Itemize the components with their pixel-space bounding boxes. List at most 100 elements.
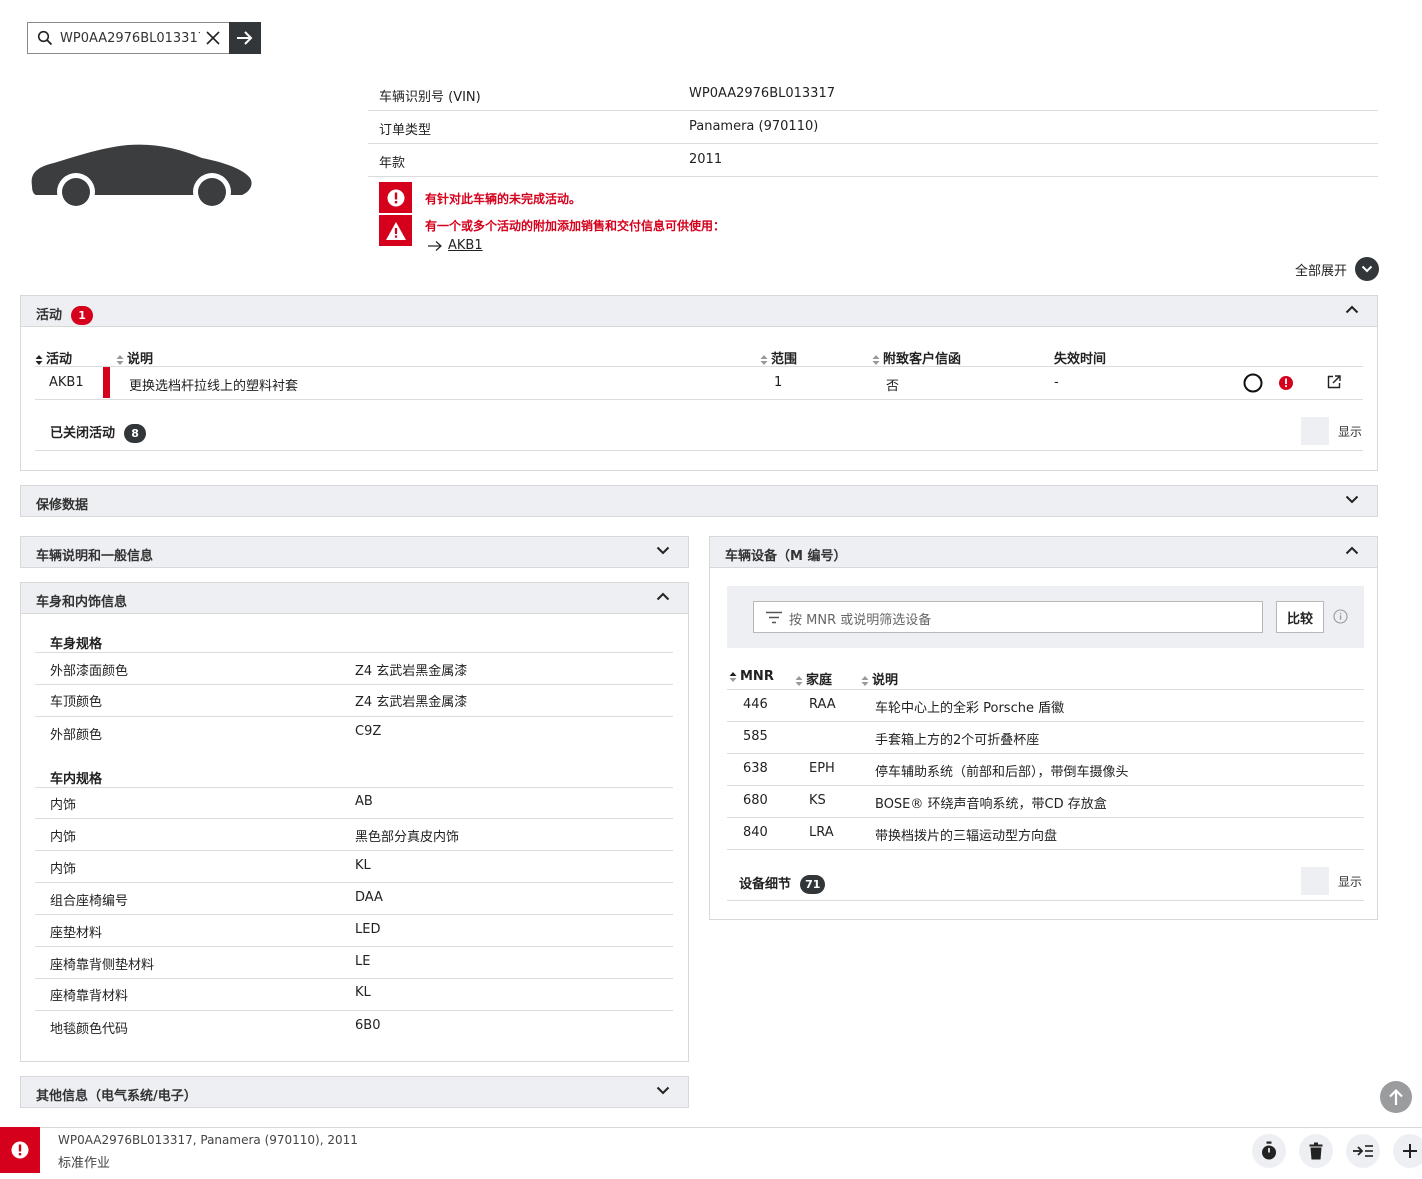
expand-all-button[interactable] bbox=[1355, 257, 1379, 281]
equipment-filter-input[interactable]: 按 MNR 或说明筛选设备 bbox=[753, 601, 1263, 633]
closed-campaigns-label: 已关闭活动 8 bbox=[50, 422, 147, 443]
cell-scope: 1 bbox=[774, 375, 783, 390]
cell-description: 车轮中心上的全彩 Porsche 盾徽 bbox=[875, 701, 1065, 716]
col-header-family[interactable]: 家庭 bbox=[795, 669, 832, 688]
campaigns-panel-header[interactable]: 活动 1 bbox=[21, 296, 1377, 327]
info-value: WP0AA2976BL013317 bbox=[689, 86, 835, 101]
other-info-panel[interactable]: 其他信息（电气系统/电子） bbox=[20, 1076, 689, 1108]
body-interior-panel-header[interactable]: 车身和内饰信息 bbox=[21, 583, 688, 614]
divider bbox=[35, 882, 673, 883]
divider bbox=[35, 652, 673, 653]
divider bbox=[35, 716, 673, 717]
cell-mnr: 585 bbox=[743, 729, 768, 744]
spec-label: 内饰 bbox=[50, 862, 77, 877]
close-icon[interactable] bbox=[205, 30, 221, 46]
expand-all-label[interactable]: 全部展开 bbox=[1295, 260, 1347, 279]
body-interior-panel: 车身和内饰信息 车身规格 外部漆面颜色 Z4 玄武岩黑金属漆 车顶颜色 Z4 玄… bbox=[20, 582, 689, 1062]
filter-placeholder: 按 MNR 或说明筛选设备 bbox=[789, 613, 932, 628]
col-header-description[interactable]: 说明 bbox=[861, 669, 898, 688]
search-submit-button[interactable] bbox=[229, 22, 261, 54]
panel-title: 车身和内饰信息 bbox=[36, 595, 128, 610]
campaigns-panel: 活动 1 活动 说明 范围 附致客户信函 失效时间 AKB1 更换选档杆拉线上的… bbox=[20, 295, 1378, 471]
cell-description: 更换选档杆拉线上的塑料衬套 bbox=[129, 379, 299, 394]
table-row[interactable]: 680 KS BOSE® 环绕声音响系统，带CD 存放盒 bbox=[727, 786, 1364, 818]
vehicle-description-panel[interactable]: 车辆说明和一般信息 bbox=[20, 536, 689, 568]
table-row[interactable]: 638 EPH 停车辅助系统（前部和后部），带倒车摄像头 bbox=[727, 754, 1364, 786]
chevron-down-icon[interactable] bbox=[1345, 495, 1359, 504]
table-row[interactable]: 840 LRA 带换档拨片的三辐运动型方向盘 bbox=[727, 818, 1364, 850]
chevron-down-icon[interactable] bbox=[656, 546, 670, 555]
info-icon[interactable] bbox=[1333, 609, 1348, 624]
vin-search-box bbox=[27, 22, 230, 54]
equipment-panel-header[interactable]: 车辆设备（M 编号） bbox=[710, 537, 1377, 568]
chevron-up-icon[interactable] bbox=[656, 592, 670, 601]
status-bar bbox=[103, 367, 110, 398]
sort-icon bbox=[861, 675, 869, 686]
divider bbox=[35, 1010, 673, 1011]
closed-count-badge: 8 bbox=[124, 424, 147, 443]
search-icon bbox=[37, 30, 53, 46]
col-header-scope[interactable]: 范围 bbox=[760, 348, 797, 367]
cell-mnr: 638 bbox=[743, 761, 768, 776]
arrow-right-icon bbox=[237, 31, 253, 45]
alert-open-campaigns-text: 有针对此车辆的未完成活动。 bbox=[425, 192, 582, 206]
cell-description: 带换档拨片的三辐运动型方向盘 bbox=[875, 829, 1058, 844]
chevron-down-icon[interactable] bbox=[656, 1086, 670, 1095]
cell-campaign: AKB1 bbox=[49, 375, 84, 390]
stopwatch-icon bbox=[1262, 1141, 1276, 1160]
divider bbox=[35, 850, 673, 851]
closed-campaigns-toggle[interactable] bbox=[1301, 417, 1329, 445]
divider bbox=[35, 787, 673, 788]
delete-button[interactable] bbox=[1299, 1134, 1333, 1168]
chevron-up-icon[interactable] bbox=[1345, 305, 1359, 314]
chevron-up-icon[interactable] bbox=[1345, 546, 1359, 555]
info-label: 车辆识别号 (VIN) bbox=[379, 90, 481, 105]
alert-additional-info-text: 有一个或多个活动的附加添加销售和交付信息可供使用： bbox=[425, 219, 726, 233]
table-row[interactable]: 585 手套箱上方的2个可折叠杯座 bbox=[727, 722, 1364, 754]
warranty-panel[interactable]: 保修数据 bbox=[20, 485, 1378, 517]
sort-icon bbox=[116, 354, 124, 365]
filter-area: 按 MNR 或说明筛选设备 比较 bbox=[727, 586, 1364, 648]
col-header-campaign[interactable]: 活动 bbox=[35, 348, 72, 367]
compare-button[interactable]: 比较 bbox=[1276, 601, 1324, 633]
info-label: 年款 bbox=[379, 156, 406, 171]
status-circle-icon[interactable] bbox=[1243, 373, 1263, 393]
equipment-details-toggle[interactable] bbox=[1301, 867, 1329, 895]
spec-value: LE bbox=[355, 954, 371, 969]
table-row[interactable]: 446 RAA 车轮中心上的全彩 Porsche 盾徽 bbox=[727, 690, 1364, 722]
transfer-button[interactable] bbox=[1346, 1134, 1380, 1168]
timer-button[interactable] bbox=[1252, 1134, 1286, 1168]
vin-search-input[interactable] bbox=[60, 28, 200, 48]
warning-icon bbox=[379, 215, 412, 246]
col-header-mnr[interactable]: MNR bbox=[729, 669, 774, 684]
add-button[interactable] bbox=[1393, 1134, 1422, 1168]
bottom-alert-icon[interactable] bbox=[0, 1127, 40, 1173]
arrow-right-icon bbox=[428, 241, 442, 251]
col-header-description[interactable]: 说明 bbox=[116, 348, 153, 367]
col-header-customer-letter[interactable]: 附致客户信函 bbox=[872, 348, 961, 367]
spec-label: 地毯颜色代码 bbox=[50, 1022, 129, 1037]
spec-label: 组合座椅编号 bbox=[50, 894, 129, 909]
plus-icon bbox=[1403, 1144, 1417, 1158]
sort-icon bbox=[872, 354, 880, 365]
spec-value: KL bbox=[355, 985, 371, 1000]
spec-label: 座垫材料 bbox=[50, 926, 103, 941]
spec-value: Z4 玄武岩黑金属漆 bbox=[355, 695, 468, 710]
indent-arrow-icon bbox=[1353, 1145, 1373, 1157]
info-label: 订单类型 bbox=[379, 123, 432, 138]
info-red-icon[interactable] bbox=[1278, 375, 1294, 391]
sort-icon bbox=[35, 354, 43, 365]
info-row-order-type: 订单类型 Panamera (970110) bbox=[368, 111, 1378, 144]
campaign-link-akb1[interactable]: AKB1 bbox=[448, 238, 483, 253]
scroll-to-top-button[interactable] bbox=[1380, 1081, 1412, 1113]
section-heading-body: 车身规格 bbox=[50, 637, 103, 652]
table-row[interactable]: AKB1 更换选档杆拉线上的塑料衬套 1 否 - bbox=[35, 367, 1363, 399]
spec-value: 6B0 bbox=[355, 1018, 381, 1033]
info-value: 2011 bbox=[689, 152, 723, 167]
panel-title: 其他信息（电气系统/电子） bbox=[36, 1089, 197, 1104]
external-link-icon[interactable] bbox=[1326, 374, 1342, 390]
divider bbox=[35, 946, 673, 947]
cell-family: KS bbox=[809, 793, 826, 808]
equipment-details-count-badge: 71 bbox=[800, 875, 826, 894]
car-silhouette-image bbox=[31, 144, 252, 211]
